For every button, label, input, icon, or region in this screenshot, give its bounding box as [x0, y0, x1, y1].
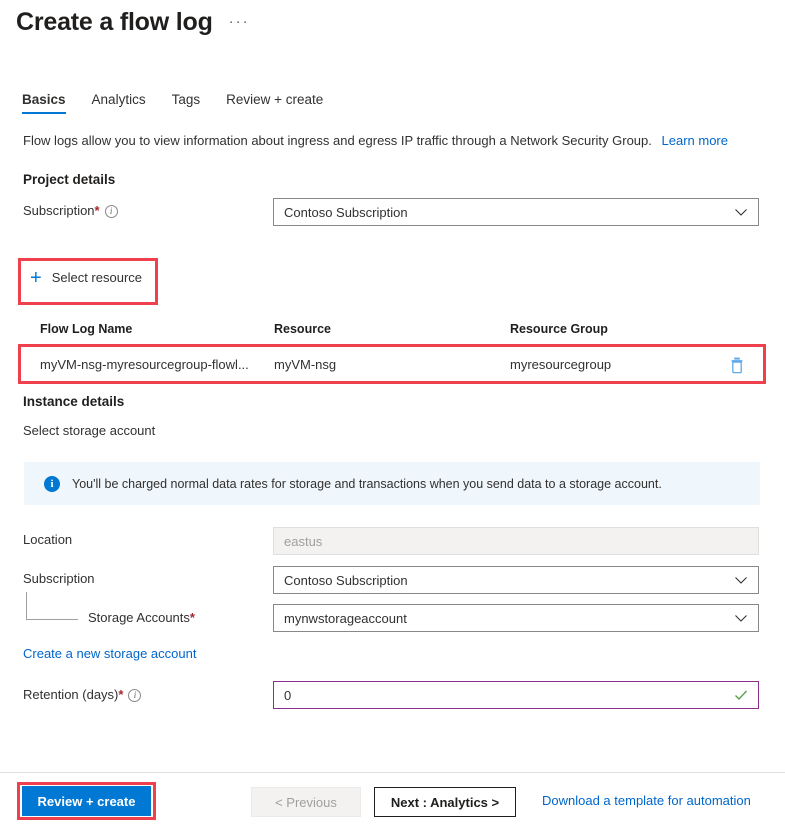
retention-value: 0 [284, 687, 292, 703]
tab-tags[interactable]: Tags [172, 92, 201, 114]
wizard-tabs: Basics Analytics Tags Review + create [22, 92, 323, 114]
learn-more-link[interactable]: Learn more [662, 133, 728, 148]
info-icon[interactable]: i [128, 689, 142, 702]
project-details-heading: Project details [23, 172, 116, 187]
cell-resource: myVM-nsg [274, 357, 337, 372]
next-analytics-button[interactable]: Next : Analytics > [374, 787, 516, 817]
banner-text: You'll be charged normal data rates for … [72, 476, 662, 491]
location-field: eastus [273, 527, 759, 555]
column-header-resource: Resource [274, 322, 331, 336]
subscription-dropdown[interactable]: Contoso Subscription [273, 198, 759, 226]
chevron-down-icon [734, 205, 748, 219]
tree-connector [26, 592, 78, 620]
location-label: Location [23, 532, 73, 547]
tab-analytics[interactable]: Analytics [92, 92, 146, 114]
table-row[interactable]: myVM-nsg-myresourcegroup-flowl... myVM-n… [24, 346, 760, 382]
retention-input[interactable]: 0 [273, 681, 759, 709]
instance-details-heading: Instance details [23, 394, 125, 409]
required-asterisk: * [94, 203, 100, 218]
storage-accounts-label: Storage Accounts* [88, 610, 195, 625]
create-flow-log-page: Create a flow log ··· Basics Analytics T… [0, 0, 785, 827]
plus-icon: + [30, 266, 42, 289]
storage-accounts-value: mynwstorageaccount [284, 610, 407, 626]
cell-flow-log-name: myVM-nsg-myresourcegroup-flowl... [40, 357, 249, 372]
download-template-link[interactable]: Download a template for automation [542, 793, 751, 808]
trash-icon[interactable] [728, 356, 746, 377]
create-new-storage-account-link[interactable]: Create a new storage account [23, 646, 196, 661]
review-create-button[interactable]: Review + create [22, 786, 151, 816]
info-icon[interactable]: i [104, 205, 118, 218]
tab-review-create[interactable]: Review + create [226, 92, 323, 114]
required-asterisk: * [118, 687, 124, 702]
title-row: Create a flow log ··· [16, 8, 250, 37]
footer-separator [0, 772, 785, 773]
valid-check-icon [734, 688, 748, 702]
storage-subscription-dropdown[interactable]: Contoso Subscription [273, 566, 759, 594]
select-resource-button[interactable]: + Select resource [24, 266, 148, 289]
subscription-value: Contoso Subscription [284, 204, 408, 220]
column-header-flow-log-name: Flow Log Name [40, 322, 133, 336]
storage-accounts-dropdown[interactable]: mynwstorageaccount [273, 604, 759, 632]
info-icon: i [44, 475, 60, 492]
select-storage-account-subheading: Select storage account [23, 423, 156, 438]
description-text: Flow logs allow you to view information … [23, 133, 652, 148]
select-resource-label: Select resource [51, 270, 143, 285]
chevron-down-icon [734, 573, 748, 587]
chevron-down-icon [734, 611, 748, 625]
retention-label: Retention (days)* i [23, 687, 142, 702]
required-asterisk: * [189, 610, 195, 625]
column-header-resource-group: Resource Group [510, 322, 608, 336]
location-value: eastus [284, 533, 323, 549]
storage-cost-banner: i You'll be charged normal data rates fo… [24, 462, 760, 505]
tab-basics[interactable]: Basics [22, 92, 66, 114]
previous-button: < Previous [251, 787, 361, 817]
subscription-label: Subscription* i [23, 203, 118, 218]
storage-subscription-label: Subscription [23, 571, 95, 586]
storage-subscription-value: Contoso Subscription [284, 572, 408, 588]
cell-resource-group: myresourcegroup [510, 357, 612, 372]
page-title: Create a flow log [16, 8, 213, 36]
page-description: Flow logs allow you to view information … [23, 133, 728, 148]
more-options-icon[interactable]: ··· [229, 13, 250, 30]
